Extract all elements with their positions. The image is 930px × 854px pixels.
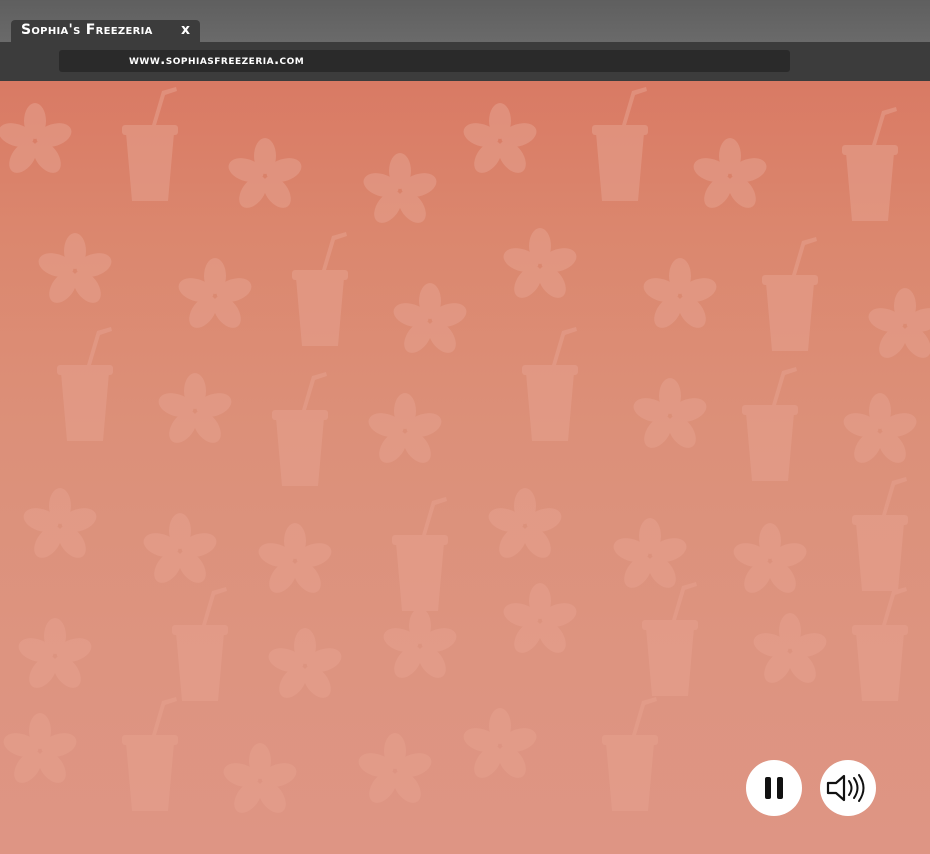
url-field[interactable]: www.sophiasfreezeria.com [59, 50, 790, 72]
browser-window: Sophia's Freezeria x www.sophiasfreezeri… [0, 0, 930, 854]
browser-tab[interactable]: Sophia's Freezeria x [11, 20, 200, 42]
title-bar: Sophia's Freezeria x [0, 0, 930, 42]
tab-close-button[interactable]: x [181, 22, 190, 38]
game-canvas[interactable] [0, 81, 930, 854]
pause-button[interactable] [746, 760, 802, 816]
address-bar: www.sophiasfreezeria.com [0, 42, 930, 81]
pause-icon [765, 777, 783, 799]
speaker-on-icon [826, 774, 865, 802]
sound-toggle-button[interactable] [820, 760, 876, 816]
url-text: www.sophiasfreezeria.com [129, 53, 305, 68]
tab-title: Sophia's Freezeria [21, 22, 153, 38]
background-pattern [0, 87, 930, 819]
